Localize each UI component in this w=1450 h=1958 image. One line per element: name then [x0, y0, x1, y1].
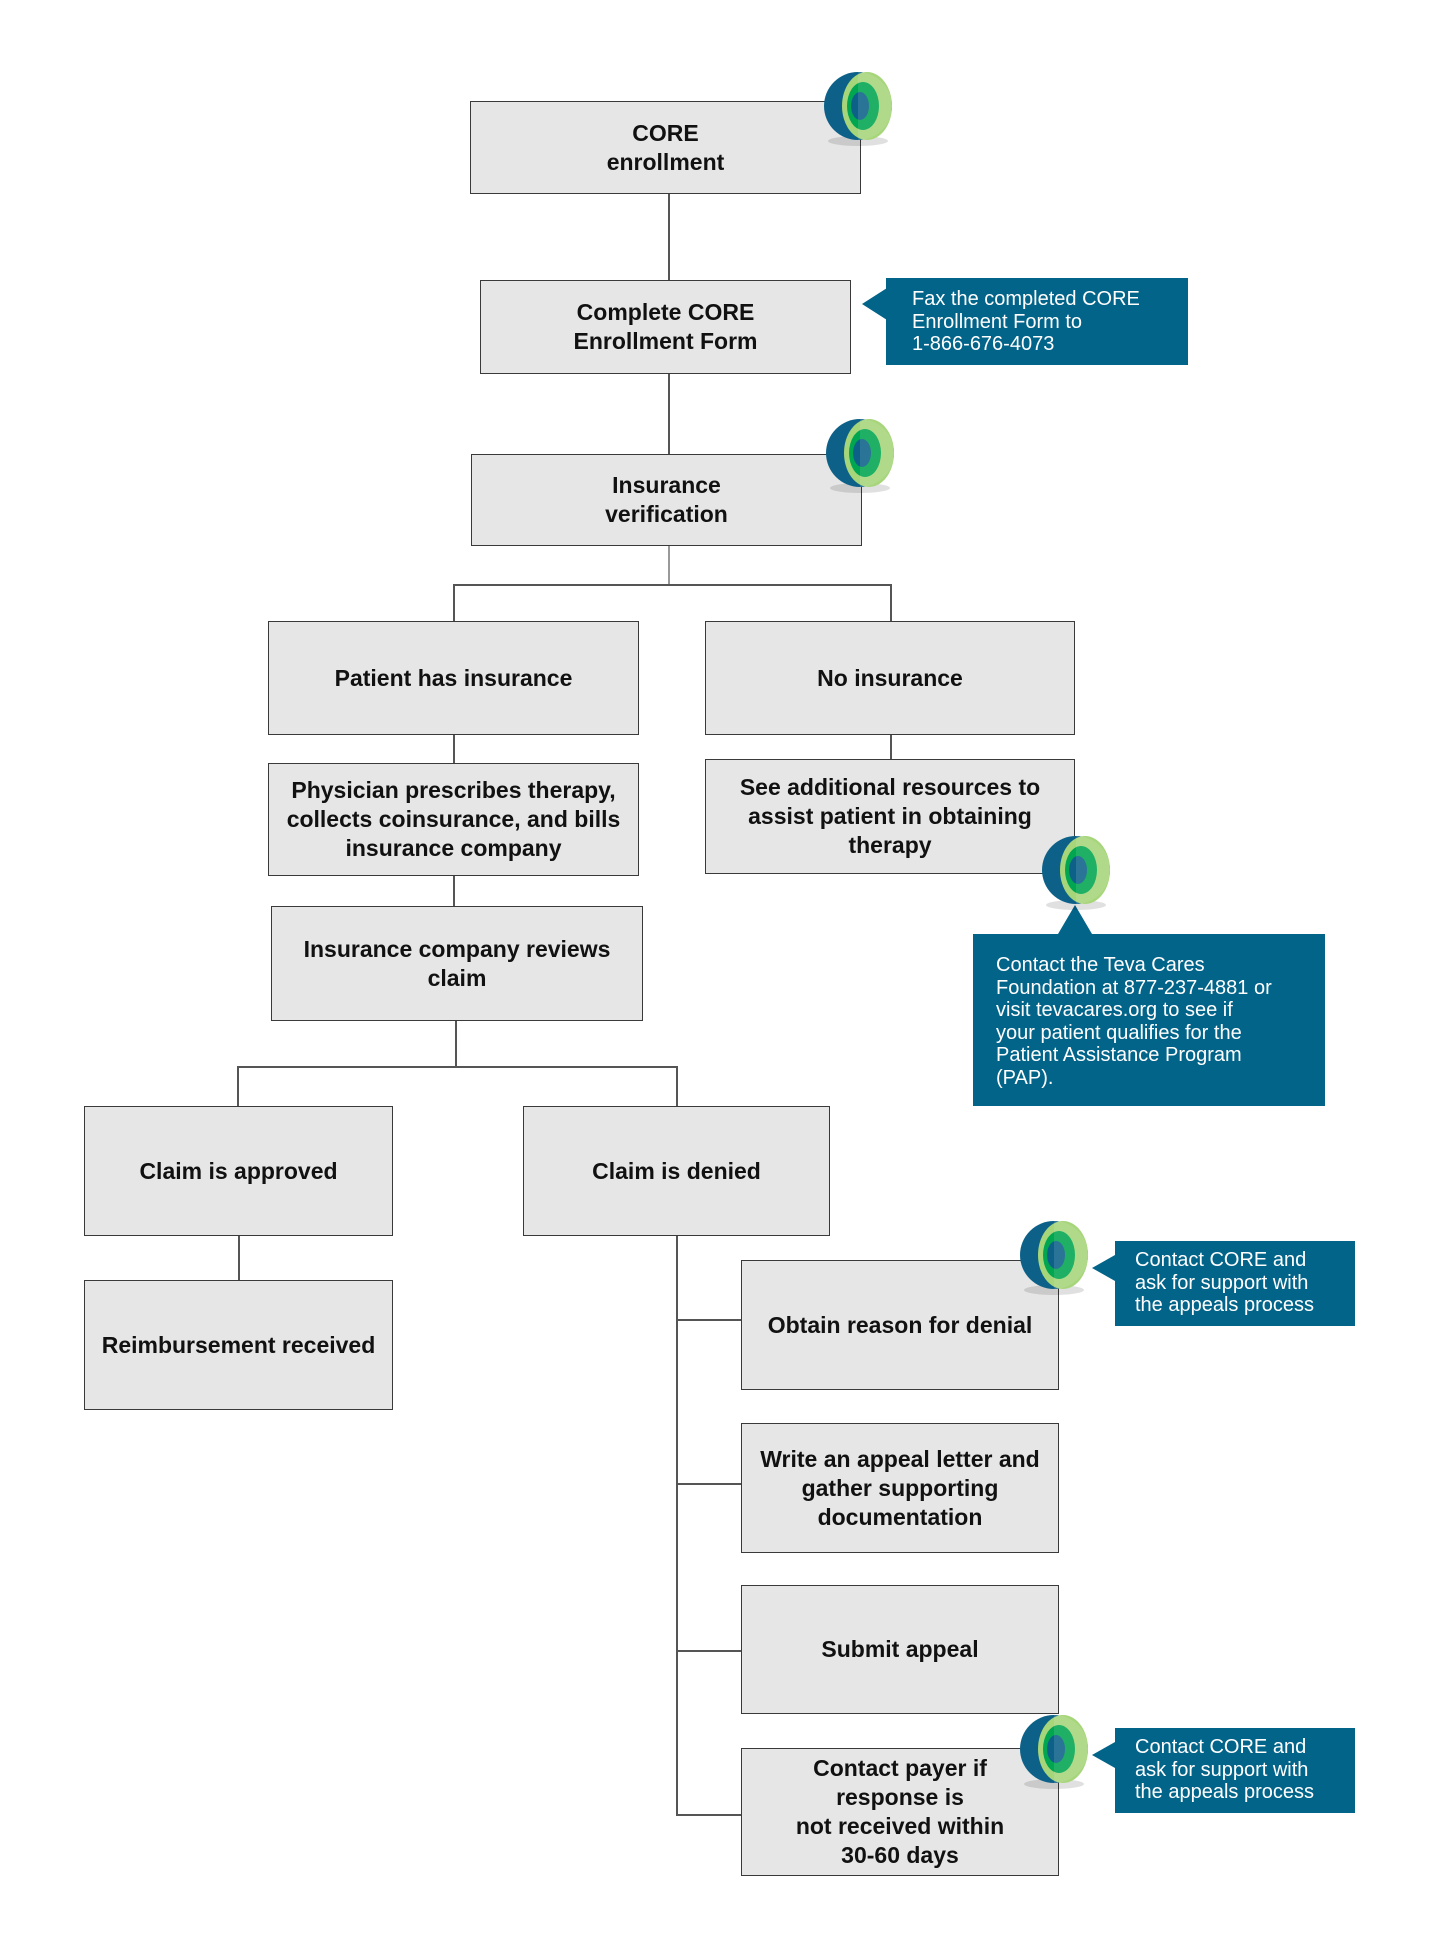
connector: [453, 584, 891, 586]
callout-fax-instructions: Fax the completed CORE Enrollment Form t…: [886, 278, 1188, 365]
connector: [455, 1021, 457, 1066]
connector: [676, 1236, 678, 1815]
connector: [676, 1483, 741, 1485]
step-insurance-verification: Insurance verification: [471, 454, 862, 546]
step-write-appeal: Write an appeal letter and gather suppor…: [741, 1423, 1059, 1553]
callout-pointer: [1092, 1255, 1115, 1281]
step-core-enrollment: CORE enrollment: [470, 101, 861, 194]
step-insurance-company-reviews: Insurance company reviews claim: [271, 906, 643, 1021]
callout-pointer: [1092, 1742, 1115, 1768]
callout-pointer: [862, 288, 887, 320]
step-patient-has-insurance: Patient has insurance: [268, 621, 639, 735]
core-logo-icon: [1019, 1714, 1089, 1792]
connector: [237, 1066, 677, 1068]
step-no-insurance: No insurance: [705, 621, 1075, 735]
connector: [238, 1236, 240, 1280]
connector: [668, 374, 670, 454]
connector: [453, 876, 455, 906]
step-contact-payer: Contact payer if response is not receive…: [741, 1748, 1059, 1876]
connector: [237, 1066, 239, 1106]
connector: [676, 1650, 741, 1652]
step-additional-resources: See additional resources to assist patie…: [705, 759, 1075, 874]
core-logo-icon: [1041, 835, 1111, 913]
step-submit-appeal: Submit appeal: [741, 1585, 1059, 1714]
core-logo-icon: [823, 71, 893, 149]
connector: [676, 1814, 741, 1816]
core-logo-icon: [1019, 1220, 1089, 1298]
connector: [676, 1066, 678, 1106]
connector: [676, 1319, 741, 1321]
core-logo-icon: [825, 418, 895, 496]
callout-teva-cares: Contact the Teva Cares Foundation at 877…: [973, 934, 1325, 1106]
connector: [890, 584, 892, 621]
callout-appeals-support: Contact CORE and ask for support with th…: [1115, 1728, 1355, 1813]
callout-appeals-support: Contact CORE and ask for support with th…: [1115, 1241, 1355, 1326]
connector: [453, 735, 455, 763]
step-reimbursement-received: Reimbursement received: [84, 1280, 393, 1410]
connector: [668, 546, 670, 584]
step-physician-prescribes: Physician prescribes therapy, collects c…: [268, 763, 639, 876]
connector: [668, 194, 670, 280]
step-claim-denied: Claim is denied: [523, 1106, 830, 1236]
step-claim-approved: Claim is approved: [84, 1106, 393, 1236]
step-obtain-reason: Obtain reason for denial: [741, 1260, 1059, 1390]
step-complete-enrollment-form: Complete CORE Enrollment Form: [480, 280, 851, 374]
connector: [890, 735, 892, 759]
connector: [453, 584, 455, 621]
